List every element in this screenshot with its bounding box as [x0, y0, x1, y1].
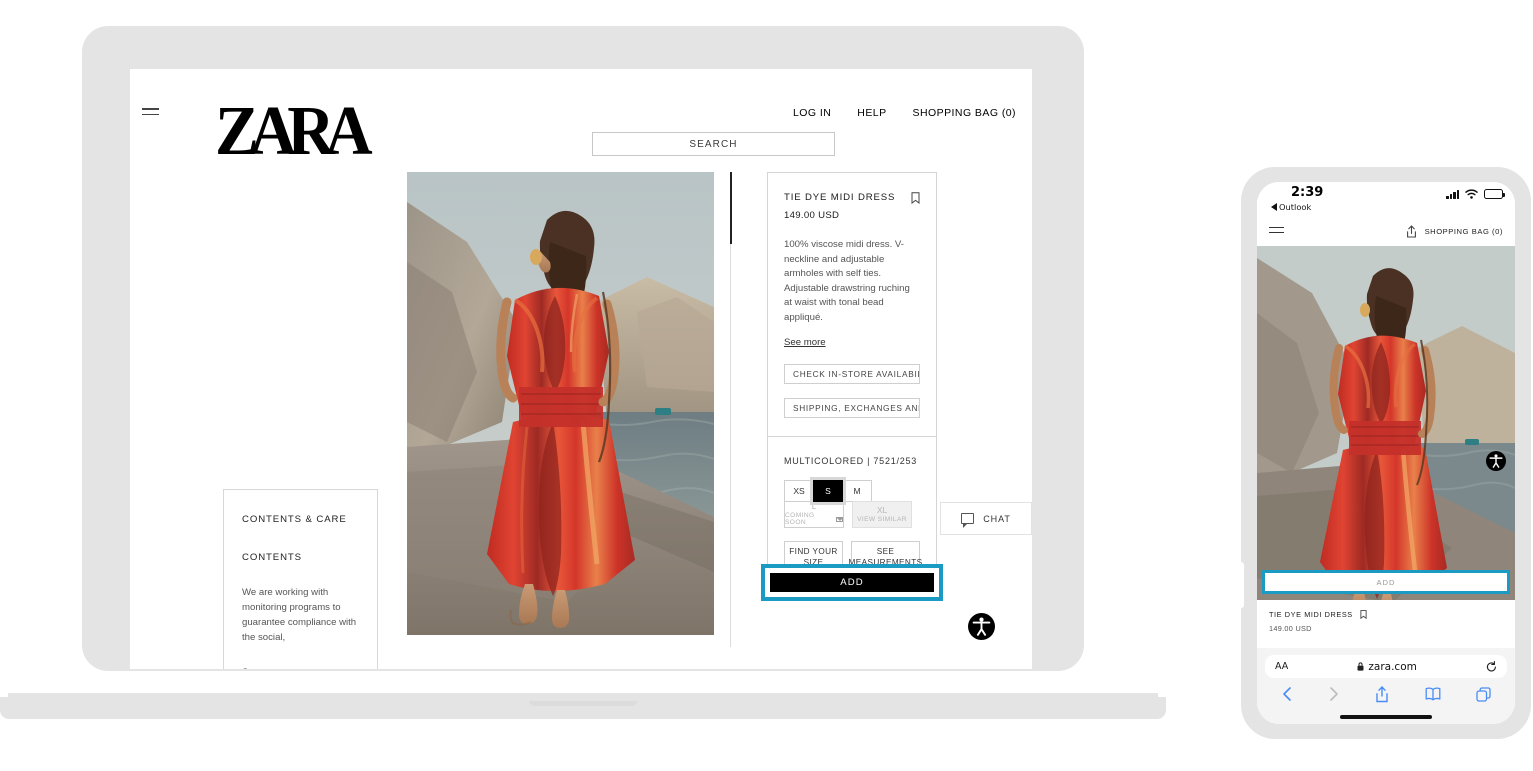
size-xl-label: XL	[876, 505, 887, 515]
contents-body-text: We are working with monitoring programs …	[242, 587, 357, 643]
book-icon[interactable]	[1425, 687, 1441, 701]
product-image[interactable]	[407, 172, 714, 635]
status-indicators	[1446, 189, 1506, 199]
size-option-l[interactable]: L COMING SOON	[784, 500, 844, 528]
size-option-s[interactable]: S	[810, 476, 846, 505]
share-icon[interactable]	[1406, 225, 1417, 238]
cellular-signal-icon	[1446, 189, 1459, 199]
phone-product-price: 149.00 USD	[1269, 624, 1312, 633]
size-row-secondary: L COMING SOON XL VIEW SIMILAR	[784, 500, 920, 528]
contents-care-card: CONTENTS & CARE CONTENTS We are working …	[223, 489, 378, 669]
product-title-row: TIE DYE MIDI DRESS	[784, 192, 920, 204]
url-pill[interactable]: AA zara.com	[1265, 655, 1507, 678]
laptop-device: ZARA LOG IN HELP SHOPPING BAG (0) SEARCH…	[0, 26, 1166, 719]
check-in-store-availability-button[interactable]: CHECK IN-STORE AVAILABILITY	[784, 363, 920, 384]
accessibility-icon[interactable]	[1486, 451, 1506, 471]
size-xl-status: VIEW SIMILAR	[857, 515, 907, 523]
url-display[interactable]: zara.com	[1357, 660, 1417, 673]
share-icon[interactable]	[1375, 685, 1389, 703]
laptop-notch	[529, 701, 637, 706]
phone-product-title: TIE DYE MIDI DRESS	[1269, 610, 1353, 619]
phone-device: 2:39 Outlook SHOPPING BAG (0) ADD TIE DY…	[1237, 167, 1531, 739]
size-l-label: L	[811, 502, 817, 512]
zara-logo[interactable]: ZARA	[215, 97, 373, 166]
add-to-cart-button[interactable]: ADD	[770, 573, 934, 592]
site-header: ZARA LOG IN HELP SHOPPING BAG (0) SEARCH	[130, 69, 1032, 169]
contents-subtitle: CONTENTS	[242, 552, 302, 563]
accessibility-icon[interactable]	[968, 613, 995, 640]
contents-care-title: CONTENTS & CARE	[242, 514, 347, 525]
header-nav: LOG IN HELP SHOPPING BAG (0)	[793, 107, 1016, 119]
phone-side-button	[1237, 562, 1244, 608]
envelope-icon	[836, 516, 843, 522]
chat-widget-button[interactable]: CHAT	[940, 502, 1032, 535]
product-page-body: CONTENTS & CARE CONTENTS We are working …	[130, 169, 1032, 669]
tabs-icon[interactable]	[1476, 686, 1491, 702]
find-size-line1: FIND YOUR	[789, 547, 838, 557]
url-text: zara.com	[1368, 660, 1417, 673]
reload-icon[interactable]	[1486, 660, 1497, 673]
product-summary-section: TIE DYE MIDI DRESS 149.00 USD 100% visco…	[768, 173, 936, 436]
phone-product-image[interactable]: ADD	[1257, 246, 1515, 600]
phone-product-title-row: TIE DYE MIDI DRESS	[1269, 610, 1503, 619]
laptop-base	[0, 693, 1166, 719]
status-back-app-name: Outlook	[1279, 202, 1312, 212]
home-indicator	[1340, 715, 1432, 719]
safari-address-bar: AA zara.com	[1257, 648, 1515, 678]
chevron-right-icon	[1330, 687, 1338, 701]
hamburger-icon[interactable]	[1269, 226, 1284, 237]
size-option-xl[interactable]: XL VIEW SIMILAR	[852, 500, 912, 528]
size-l-status-text: COMING SOON	[785, 512, 815, 527]
wifi-icon	[1465, 189, 1478, 199]
phone-shopping-bag-link[interactable]: SHOPPING BAG (0)	[1425, 227, 1503, 236]
text-size-button[interactable]: AA	[1275, 661, 1288, 672]
status-time: 2:39	[1291, 185, 1324, 200]
hamburger-icon[interactable]	[142, 108, 159, 117]
phone-nav-right: SHOPPING BAG (0)	[1406, 225, 1503, 238]
home-indicator-area	[1257, 710, 1515, 724]
bookmark-icon[interactable]	[911, 192, 920, 204]
shipping-exchanges-returns-button[interactable]: SHIPPING, EXCHANGES AND RET...	[784, 397, 920, 418]
add-button-highlight: ADD	[761, 564, 943, 601]
scrollbar-thumb[interactable]	[730, 172, 732, 244]
product-photo-illustration	[407, 172, 714, 635]
see-meas-line1: SEE	[876, 547, 895, 557]
phone-site-nav: SHOPPING BAG (0)	[1257, 217, 1515, 246]
back-triangle-icon	[1271, 203, 1277, 211]
shopping-bag-link[interactable]: SHOPPING BAG (0)	[913, 107, 1016, 119]
color-reference: MULTICOLORED | 7521/253	[784, 455, 917, 466]
login-link[interactable]: LOG IN	[793, 107, 831, 119]
product-info-panel: TIE DYE MIDI DRESS 149.00 USD 100% visco…	[767, 172, 937, 593]
chat-bubble-icon	[961, 513, 975, 528]
size-option-m[interactable]: M	[842, 479, 872, 502]
chat-label: CHAT	[983, 513, 1011, 524]
search-input[interactable]: SEARCH	[592, 132, 835, 156]
size-l-status: COMING SOON	[785, 512, 843, 526]
size-row-primary: XS S M	[784, 476, 920, 505]
help-link[interactable]: HELP	[857, 107, 886, 119]
phone-status-bar: 2:39 Outlook	[1257, 182, 1515, 217]
phone-add-to-cart-button[interactable]: ADD	[1262, 570, 1510, 594]
phone-product-photo-illustration	[1257, 246, 1515, 600]
product-price: 149.00 USD	[784, 210, 840, 221]
status-back-to-app[interactable]: Outlook	[1271, 202, 1311, 212]
safari-toolbar	[1257, 678, 1515, 710]
chevron-left-icon[interactable]	[1281, 686, 1293, 702]
product-description: 100% viscose midi dress. V-neckline and …	[784, 239, 910, 323]
laptop-screen: ZARA LOG IN HELP SHOPPING BAG (0) SEARCH…	[130, 69, 1032, 669]
contents-see-more-link[interactable]: See more	[242, 667, 284, 669]
phone-screen: 2:39 Outlook SHOPPING BAG (0) ADD TIE DY…	[1257, 182, 1515, 724]
bookmark-icon[interactable]	[1360, 610, 1367, 619]
battery-low-power-icon	[1484, 189, 1506, 199]
size-option-xs[interactable]: XS	[784, 479, 814, 502]
description-see-more-link[interactable]: See more	[784, 337, 826, 348]
phone-product-info: TIE DYE MIDI DRESS 149.00 USD	[1257, 600, 1515, 648]
lock-icon	[1357, 662, 1364, 671]
product-title: TIE DYE MIDI DRESS	[784, 192, 896, 203]
screenshot-stage: ZARA LOG IN HELP SHOPPING BAG (0) SEARCH…	[0, 0, 1533, 771]
